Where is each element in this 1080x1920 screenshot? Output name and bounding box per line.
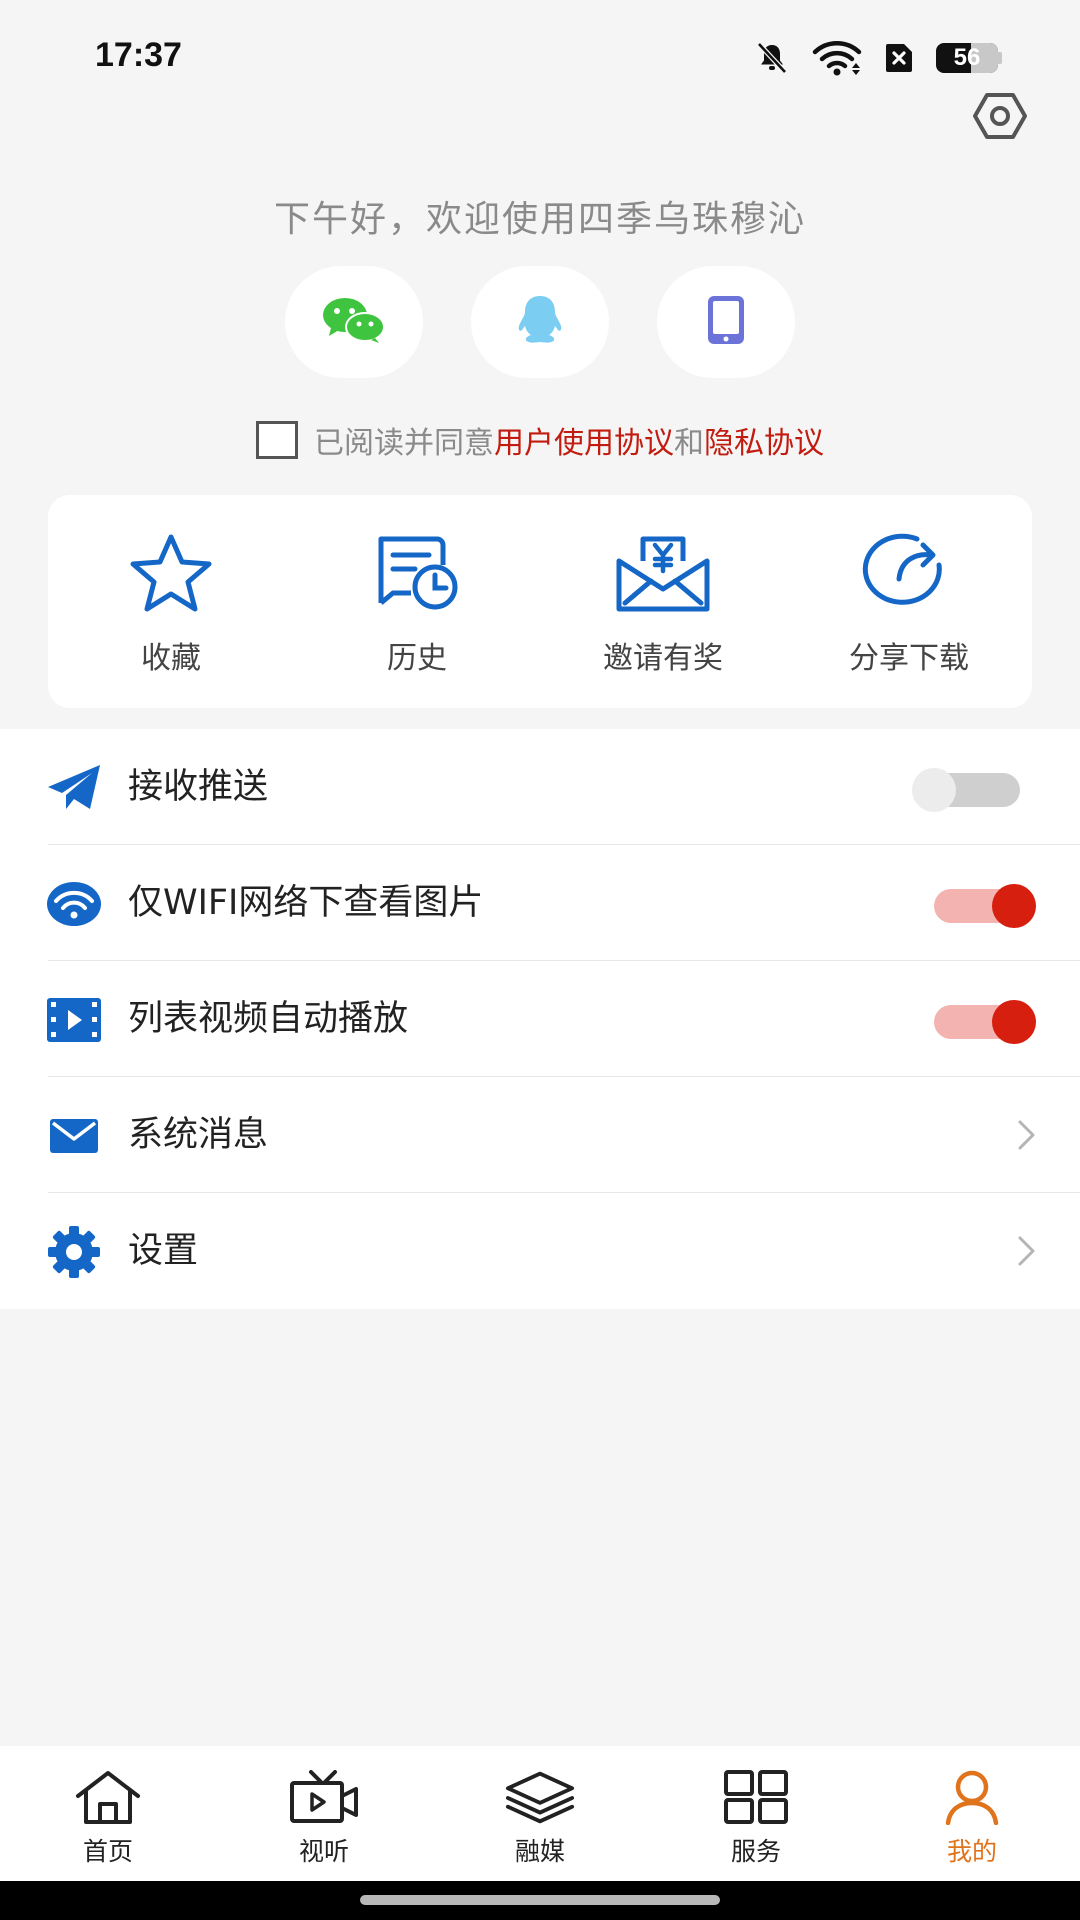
phone-login-button[interactable]: [657, 266, 795, 378]
autoplay-toggle[interactable]: [926, 999, 1036, 1044]
system-nav-bar: [0, 1881, 1080, 1920]
settings-row-label: 仅WIFI网络下查看图片: [128, 883, 484, 923]
chevron-right-icon: [1018, 1236, 1035, 1266]
push-toggle[interactable]: [912, 767, 1030, 812]
gear-icon: [46, 1226, 102, 1278]
invite-reward-icon: [613, 531, 713, 615]
battery-icon: 56: [936, 42, 1002, 74]
wechat-login-button[interactable]: [285, 266, 423, 378]
tv-icon: [289, 1768, 359, 1826]
settings-row-push: 接收推送: [0, 729, 1080, 845]
login-options: [0, 266, 1080, 378]
status-icons: 56: [754, 38, 1002, 78]
tab-label: 融媒: [514, 1837, 565, 1866]
settings-row-label: 接收推送: [128, 767, 269, 807]
tab-home[interactable]: 首页: [0, 1746, 216, 1881]
settings-row-settings[interactable]: 设置: [0, 1193, 1080, 1309]
status-time: 17:37: [95, 36, 182, 74]
agreement-checkbox[interactable]: [256, 421, 298, 459]
layers-icon: [505, 1768, 575, 1826]
bell-muted-icon: [754, 40, 790, 76]
history-icon: [367, 531, 467, 615]
battery-level: 56: [953, 44, 981, 71]
bottom-tab-bar: 首页 视听 融媒 服务 我的: [0, 1746, 1080, 1881]
home-indicator[interactable]: [360, 1895, 720, 1905]
qq-login-button[interactable]: [471, 266, 609, 378]
tab-label: 视听: [298, 1837, 349, 1866]
paper-plane-icon: [46, 763, 102, 813]
settings-row-label: 设置: [128, 1231, 199, 1271]
tab-media[interactable]: 视听: [216, 1746, 432, 1881]
star-icon: [121, 531, 221, 615]
video-icon: [46, 995, 102, 1045]
user-icon: [937, 1768, 1007, 1826]
quick-action-label: 分享下载: [849, 641, 969, 676]
sim-off-icon: [884, 42, 914, 74]
wifi-icon: [812, 40, 862, 76]
mail-icon: [46, 1111, 102, 1161]
tab-services[interactable]: 服务: [648, 1746, 864, 1881]
grid-icon: [721, 1768, 791, 1826]
tab-rongmei[interactable]: 融媒: [432, 1746, 648, 1881]
quick-action-share[interactable]: 分享下载: [786, 495, 1032, 708]
quick-action-history[interactable]: 历史: [294, 495, 540, 708]
quick-action-favorite[interactable]: 收藏: [48, 495, 294, 708]
agreement-and: 和: [674, 426, 704, 461]
share-icon: [859, 531, 959, 615]
tab-label: 服务: [730, 1837, 781, 1866]
privacy-agreement-link[interactable]: 隐私协议: [704, 418, 824, 462]
qq-icon: [515, 294, 565, 350]
agreement-prefix: 已阅读并同意: [314, 426, 494, 461]
quick-actions-card: 收藏 历史 邀请有奖 分享下载: [48, 495, 1032, 708]
tab-label: 首页: [82, 1837, 133, 1866]
settings-top-button[interactable]: [972, 90, 1028, 146]
settings-row-label: 列表视频自动播放: [128, 999, 409, 1039]
settings-row-wifi-images: 仅WIFI网络下查看图片: [0, 845, 1080, 961]
agreement-row: 已阅读并同意 用户使用协议 和 隐私协议: [0, 418, 1080, 462]
phone-icon: [706, 294, 746, 350]
wifi-images-toggle[interactable]: [926, 883, 1036, 928]
tab-label: 我的: [946, 1837, 997, 1866]
quick-action-invite[interactable]: 邀请有奖: [540, 495, 786, 708]
settings-row-autoplay: 列表视频自动播放: [0, 961, 1080, 1077]
settings-hexagon-icon: [973, 92, 1027, 144]
profile-screen: 17:37 56 下午好，欢迎使用四季乌珠穆沁 已阅读并同意 用户使用协议 和 …: [0, 0, 1080, 1920]
greeting-text: 下午好，欢迎使用四季乌珠穆沁: [273, 199, 806, 240]
chevron-right-icon: [1018, 1120, 1035, 1150]
settings-list: 接收推送 仅WIFI网络下查看图片 列表视频自动播放 系统消息 设置: [0, 729, 1080, 1309]
status-bar: 17:37 56: [0, 0, 1080, 115]
quick-action-label: 历史: [387, 641, 447, 676]
home-icon: [73, 1768, 143, 1826]
settings-row-label: 系统消息: [128, 1115, 269, 1155]
wechat-icon: [321, 296, 387, 348]
quick-action-label: 收藏: [141, 641, 201, 676]
wifi-icon: [46, 879, 102, 929]
user-agreement-link[interactable]: 用户使用协议: [494, 418, 674, 462]
settings-row-messages[interactable]: 系统消息: [0, 1077, 1080, 1193]
tab-mine[interactable]: 我的: [864, 1746, 1080, 1881]
quick-action-label: 邀请有奖: [603, 641, 723, 676]
